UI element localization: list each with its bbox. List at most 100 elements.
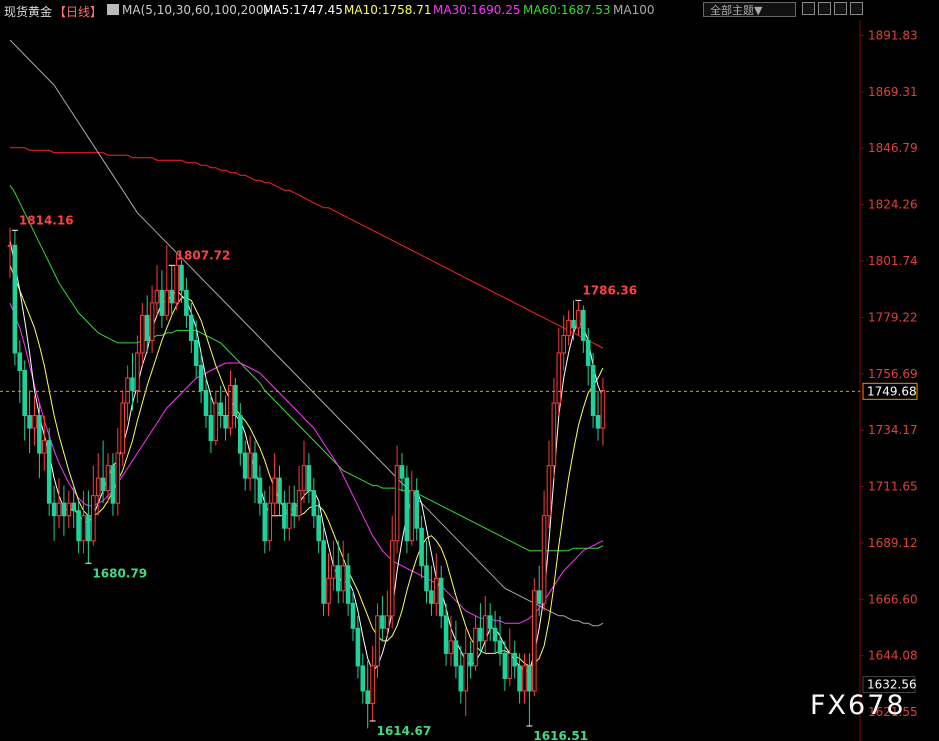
y-tick-label: 1666.60 xyxy=(868,592,918,606)
candle xyxy=(350,590,356,641)
y-tick-label: 1711.65 xyxy=(868,480,918,494)
candle xyxy=(331,540,336,591)
candle-body xyxy=(282,502,287,529)
candle-body xyxy=(218,402,223,417)
candle xyxy=(159,270,165,328)
candle-body xyxy=(532,590,537,692)
candle xyxy=(438,565,444,629)
candle-body xyxy=(556,352,562,404)
candle xyxy=(17,340,23,404)
candle-body xyxy=(257,477,263,504)
ma10-line xyxy=(9,265,604,667)
candle xyxy=(561,315,567,371)
side-panel xyxy=(918,20,939,741)
candle xyxy=(257,465,263,516)
low-label: 1616.51 xyxy=(533,729,588,741)
y-tick-label: 1824.26 xyxy=(868,198,918,212)
candle-body xyxy=(12,244,18,354)
candle-body xyxy=(590,364,596,417)
candle xyxy=(409,470,415,546)
candle xyxy=(394,445,400,554)
candle xyxy=(51,485,57,541)
watermark: FX678 xyxy=(810,690,906,721)
candle-body xyxy=(252,452,258,479)
candle xyxy=(242,440,248,491)
candle-body xyxy=(27,415,32,429)
candle-body xyxy=(375,615,380,667)
candle-body xyxy=(247,452,253,479)
candle xyxy=(272,453,277,516)
candle-body xyxy=(144,314,150,341)
candle-body xyxy=(213,402,219,442)
candle xyxy=(355,615,361,679)
candle xyxy=(522,653,527,704)
candle-body xyxy=(95,477,101,497)
candle-body xyxy=(76,510,81,542)
candlestick-chart[interactable]: 1891.83 1869.31 1846.79 1824.26 1801.74 1779.… xyxy=(0,0,939,741)
candle-body xyxy=(272,477,277,504)
candle xyxy=(380,595,385,641)
candle-body xyxy=(512,652,518,667)
candle-body xyxy=(321,540,326,604)
candle-body xyxy=(287,502,292,529)
candle xyxy=(193,320,199,378)
candle-body xyxy=(360,665,366,692)
y-tick-label: 1891.83 xyxy=(868,28,918,42)
candle-body xyxy=(414,490,419,529)
candle xyxy=(218,385,223,429)
candle-body xyxy=(438,577,444,617)
y-tick-label: 1689.12 xyxy=(868,536,918,550)
candle-body xyxy=(478,627,483,642)
candle-body xyxy=(536,590,542,604)
candle xyxy=(340,540,346,604)
candle-body xyxy=(487,615,493,629)
candle xyxy=(135,335,140,404)
y-tick-label: 1779.22 xyxy=(868,310,918,324)
candle xyxy=(247,435,253,491)
candle xyxy=(566,310,571,346)
candle xyxy=(463,628,468,716)
candle-body xyxy=(453,640,459,667)
candle-body xyxy=(517,665,522,692)
low-label: 1680.79 xyxy=(92,566,147,580)
candle xyxy=(326,553,331,616)
candle-body xyxy=(419,527,424,567)
candle xyxy=(164,245,170,321)
candle-body xyxy=(448,640,454,654)
candle xyxy=(110,453,116,516)
candle xyxy=(32,395,37,446)
candle xyxy=(576,300,581,336)
ma200-line xyxy=(10,147,604,349)
candle xyxy=(389,515,395,629)
candle-body xyxy=(140,314,145,354)
candle-body xyxy=(174,264,179,304)
candle xyxy=(130,352,135,411)
candle xyxy=(414,478,419,541)
candle xyxy=(208,395,214,454)
candle-body xyxy=(468,652,473,667)
candle-body xyxy=(149,302,155,341)
candle-body xyxy=(233,385,238,417)
candle xyxy=(536,565,542,616)
candle xyxy=(169,265,174,316)
candle xyxy=(203,377,209,429)
candle xyxy=(424,540,429,604)
candle-body xyxy=(125,377,130,404)
current-price-label: 1749.68 xyxy=(867,384,917,398)
candle xyxy=(287,485,292,541)
candle-body xyxy=(37,415,42,454)
candle-body xyxy=(91,495,96,542)
candle xyxy=(12,230,18,366)
y-tick-label: 1644.08 xyxy=(868,649,918,663)
candle xyxy=(282,490,287,541)
candle-body xyxy=(277,477,282,504)
candle xyxy=(541,490,547,611)
candle xyxy=(487,603,493,641)
candle-body xyxy=(566,319,571,336)
candle-body xyxy=(115,452,121,504)
candle-body xyxy=(336,565,341,592)
candle-body xyxy=(365,690,370,704)
candle xyxy=(86,490,91,564)
candle-body xyxy=(385,615,390,629)
candle xyxy=(277,465,282,516)
